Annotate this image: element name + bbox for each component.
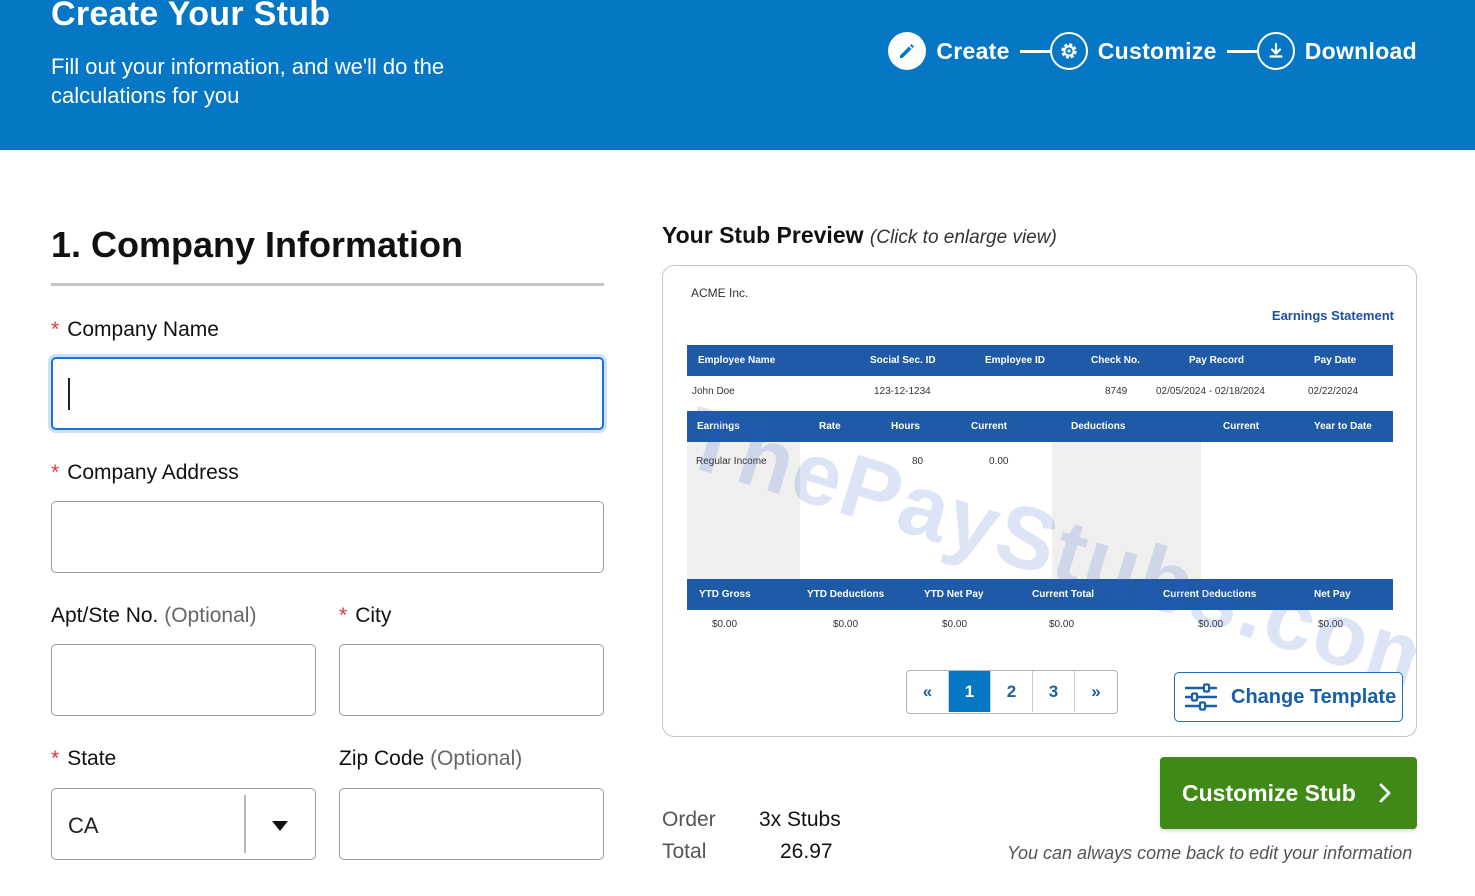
template-pager: « 1 2 3 » xyxy=(906,670,1118,714)
city-label: * City xyxy=(339,604,392,627)
state-select[interactable]: CA xyxy=(51,788,316,860)
state-value: CA xyxy=(68,813,99,838)
page-subtitle: Fill out your information, and we'll do … xyxy=(51,54,445,108)
stub-earnings-header: Earnings Rate Hours Current Deductions C… xyxy=(687,411,1393,442)
company-address-input[interactable] xyxy=(51,501,604,573)
select-divider xyxy=(244,795,246,853)
company-name-input[interactable] xyxy=(51,357,604,430)
pager-page-2[interactable]: 2 xyxy=(991,671,1033,712)
city-input[interactable] xyxy=(339,644,604,716)
zip-label: Zip Code (Optional) xyxy=(339,747,523,770)
stub-preview-card: ACME Inc. Earnings Statement Employee Na… xyxy=(662,265,1417,737)
order-label: Order xyxy=(662,808,716,831)
change-template-label: Change Template xyxy=(1231,685,1397,708)
edit-note: You can always come back to edit your in… xyxy=(1007,843,1413,863)
total-label: Total xyxy=(662,840,707,863)
page-header: Create Your Stub Fill out your informati… xyxy=(0,0,1475,150)
step-connector xyxy=(1226,49,1257,53)
change-template-button[interactable]: Change Template xyxy=(1174,672,1403,722)
apt-input[interactable] xyxy=(51,644,316,716)
stub-company: ACME Inc. xyxy=(691,286,749,300)
stub-preview-image[interactable]: ACME Inc. Earnings Statement Employee Na… xyxy=(663,266,1416,713)
stub-totals-row: $0.00 $0.00 $0.00 $0.00 $0.00 $0.00 xyxy=(712,619,1344,630)
customize-stub-button[interactable]: Customize Stub xyxy=(1160,757,1417,829)
required-marker: * xyxy=(51,318,60,341)
step-connector xyxy=(1019,49,1050,53)
gear-icon xyxy=(1049,32,1088,70)
section-divider xyxy=(51,283,604,286)
pager-page-1[interactable]: 1 xyxy=(949,671,991,712)
preview-title: Your Stub Preview (Click to enlarge view… xyxy=(662,222,1057,248)
step-label: Customize xyxy=(1097,37,1217,64)
zip-input[interactable] xyxy=(339,788,604,860)
stub-info-header: Employee Name Social Sec. ID Employee ID… xyxy=(687,345,1393,376)
caret-down-icon[interactable] xyxy=(272,821,288,831)
customize-stub-label: Customize Stub xyxy=(1182,779,1356,806)
chevron-right-icon xyxy=(1379,783,1391,803)
download-icon xyxy=(1256,32,1295,70)
text-caret xyxy=(68,378,70,410)
step-download[interactable]: Download xyxy=(1256,32,1417,70)
step-customize[interactable]: Customize xyxy=(1049,32,1217,70)
total-value: 26.97 xyxy=(780,840,833,863)
company-address-label: * Company Address xyxy=(51,461,239,484)
stub-info-row: John Doe 123-12-1234 8749 02/05/2024 - 0… xyxy=(692,386,1359,397)
preview-hint: (Click to enlarge view) xyxy=(869,227,1057,248)
pencil-icon xyxy=(888,32,927,70)
state-label: * State xyxy=(51,747,117,770)
company-name-label: * Company Name xyxy=(51,318,219,341)
apt-label: Apt/Ste No. (Optional) xyxy=(51,604,257,627)
stub-heading: Earnings Statement xyxy=(1271,308,1394,323)
required-marker: * xyxy=(51,747,60,770)
stub-totals-header: YTD Gross YTD Deductions YTD Net Pay Cur… xyxy=(687,579,1393,610)
progress-steps: Create Customize Download xyxy=(888,31,1417,71)
required-marker: * xyxy=(51,461,60,484)
step-label: Download xyxy=(1304,37,1417,64)
step-create[interactable]: Create xyxy=(888,32,1009,70)
sliders-icon xyxy=(1185,683,1217,711)
section-title: 1. Company Information xyxy=(51,224,464,265)
pager-prev-button[interactable]: « xyxy=(907,671,949,712)
order-value: 3x Stubs xyxy=(759,808,841,831)
pager-page-3[interactable]: 3 xyxy=(1033,671,1075,712)
stub-earnings-row: Regular Income 80 0.00 xyxy=(696,456,1009,467)
required-marker: * xyxy=(339,604,348,627)
pager-next-button[interactable]: » xyxy=(1075,671,1117,712)
page-title: Create Your Stub xyxy=(51,0,331,33)
step-label: Create xyxy=(936,37,1010,64)
